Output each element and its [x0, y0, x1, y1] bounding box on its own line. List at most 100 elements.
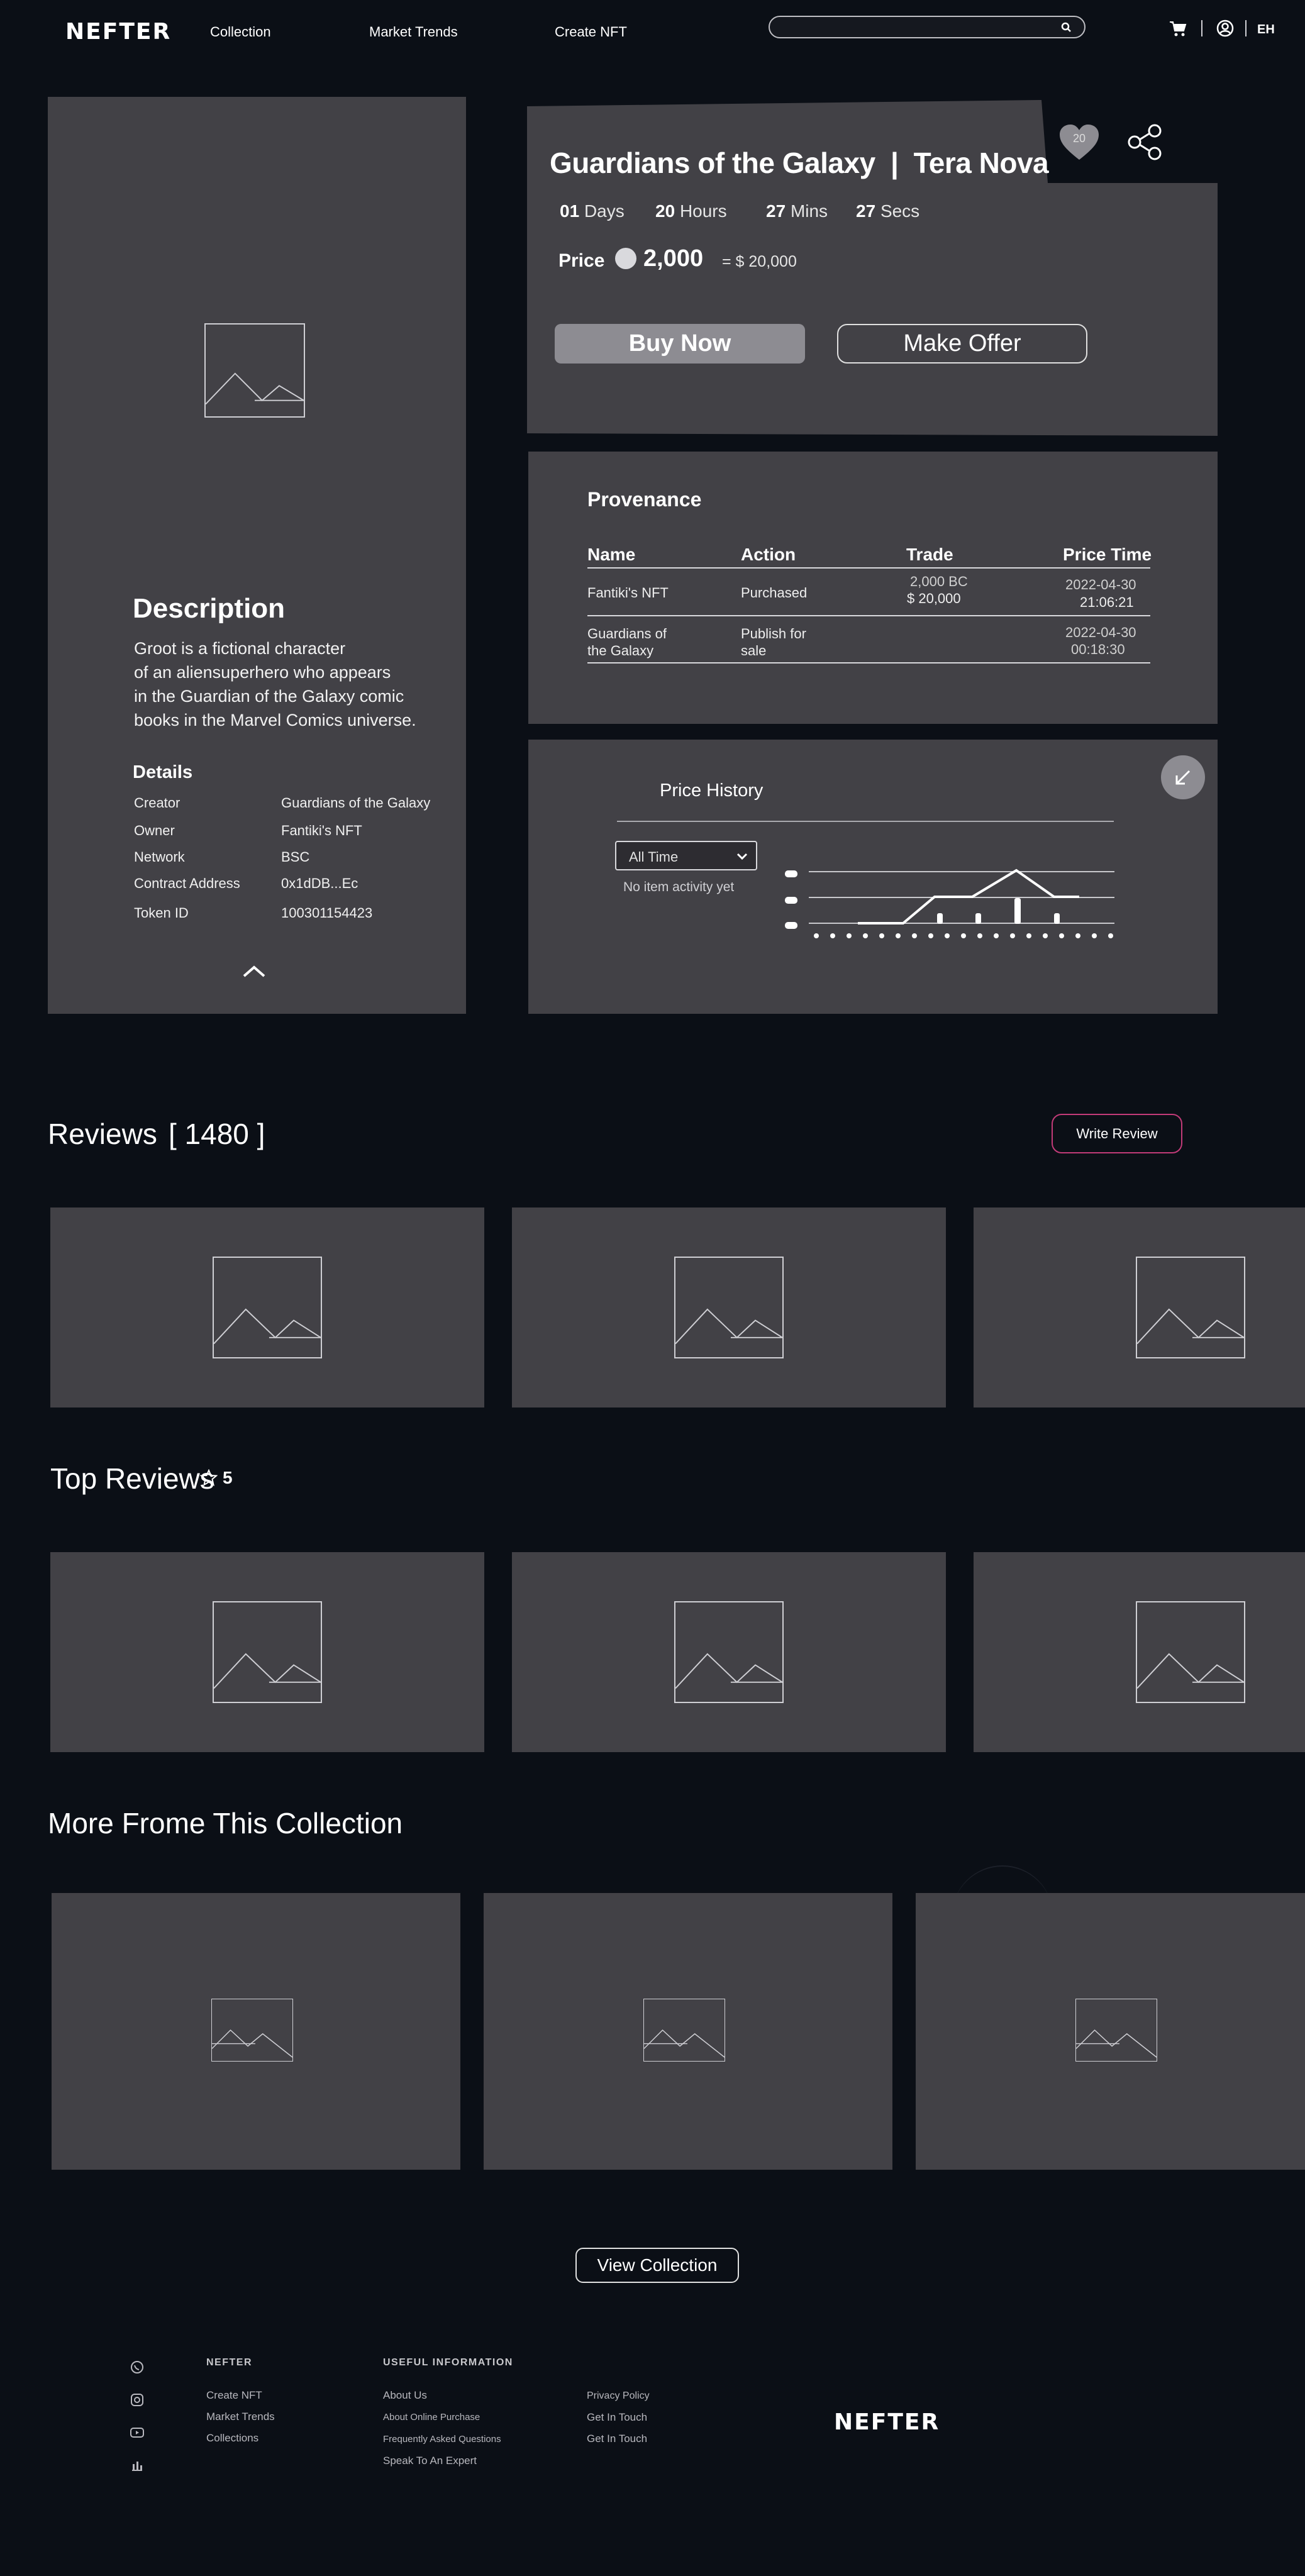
secs-label: Secs — [880, 201, 920, 221]
detail-value-contract: 0x1dDB...Ec — [281, 875, 358, 891]
countdown-mins: 27 Mins — [766, 201, 828, 221]
stats-icon[interactable] — [130, 2458, 145, 2473]
image-placeholder-icon — [643, 1999, 725, 2062]
empty-activity-text: No item activity yet — [623, 880, 735, 894]
price-history-heading: Price History — [660, 780, 764, 801]
search-icon[interactable] — [1061, 22, 1072, 33]
days-label: Days — [584, 201, 625, 221]
description-line: of an aliensuperhero who appears — [134, 663, 391, 682]
chevron-up-icon[interactable] — [242, 963, 267, 979]
price-value: 2,000 — [643, 245, 704, 272]
reviews-heading: Reviews — [48, 1118, 157, 1150]
image-placeholder-icon — [674, 1257, 784, 1358]
row2-name: Guardians of the Galaxy — [587, 625, 667, 659]
footer-col1-heading: NEFTER — [206, 2357, 252, 2368]
expand-button[interactable] — [1161, 755, 1205, 799]
cart-icon[interactable] — [1169, 20, 1187, 38]
footer-col2-heading: USEFUL INFORMATION — [383, 2357, 513, 2368]
countdown-days: 01 Days — [560, 201, 625, 221]
footer-link[interactable]: About Online Purchase — [383, 2411, 480, 2424]
user-account-icon[interactable] — [1216, 19, 1235, 38]
language-selector[interactable]: EH — [1257, 23, 1275, 37]
share-icon[interactable] — [1127, 123, 1165, 161]
detail-value-token-id: 100301154423 — [281, 905, 373, 921]
product-subtitle: Tera Nova — [913, 147, 1049, 179]
footer-link[interactable]: Speak To An Expert — [383, 2455, 477, 2467]
image-placeholder-icon — [1136, 1257, 1245, 1358]
write-review-button[interactable]: Write Review — [1052, 1114, 1182, 1153]
description-text: Groot is a fictional character of an ali… — [134, 636, 416, 732]
time-range-select[interactable]: All Time — [615, 841, 757, 870]
like-button[interactable]: 20 — [1058, 123, 1100, 161]
row1-name: Fantiki's NFT — [587, 585, 669, 601]
row2-action: Publish for sale — [741, 625, 806, 659]
detail-key-owner: Owner — [134, 823, 175, 838]
col-header-name: Name — [587, 545, 636, 564]
nav-divider — [1201, 20, 1202, 36]
price-label: Price — [558, 250, 605, 271]
detail-value-network: BSC — [281, 849, 310, 865]
footer-link[interactable]: Market Trends — [206, 2411, 275, 2423]
image-placeholder-icon — [674, 1601, 784, 1703]
price-history-divider — [617, 821, 1114, 822]
nav-logo[interactable]: NEFTER — [65, 19, 171, 45]
footer-link[interactable]: Get In Touch — [587, 2411, 647, 2424]
mins-label: Mins — [790, 201, 828, 221]
footer-link[interactable]: Frequently Asked Questions — [383, 2433, 501, 2446]
nav-market-trends-link[interactable]: Market Trends — [369, 24, 458, 40]
search-input[interactable] — [769, 16, 1086, 38]
buy-now-button[interactable]: Buy Now — [555, 324, 805, 364]
row1-trade-bc: 2,000 BC — [910, 574, 968, 589]
product-title-main: Guardians of the Galaxy — [550, 147, 875, 179]
footer-link[interactable]: About Us — [383, 2389, 427, 2402]
table-row-divider — [587, 615, 1150, 616]
col-header-action: Action — [741, 545, 796, 564]
coin-icon — [615, 248, 636, 269]
detail-value-creator: Guardians of the Galaxy — [281, 795, 431, 811]
instagram-icon[interactable] — [130, 2392, 145, 2407]
detail-key-contract: Contract Address — [134, 875, 240, 891]
secs-value: 27 — [856, 201, 876, 221]
price-usd: = $ 20,000 — [722, 253, 797, 270]
nav-create-nft-link[interactable]: Create NFT — [555, 24, 627, 40]
description-heading: Description — [133, 593, 286, 624]
hours-value: 20 — [655, 201, 675, 221]
footer-logo[interactable]: NEFTER — [834, 2409, 940, 2435]
time-range-value: All Time — [629, 849, 679, 865]
youtube-icon[interactable] — [130, 2425, 145, 2440]
top-reviews-rating: 5 — [223, 1468, 233, 1487]
image-placeholder-icon — [213, 1601, 322, 1703]
image-placeholder-icon — [211, 1999, 293, 2062]
detail-key-creator: Creator — [134, 795, 180, 811]
row2-date: 2022-04-30 — [1065, 625, 1136, 640]
row1-trade-usd: $ 20,000 — [907, 591, 961, 606]
table-row-divider — [587, 662, 1150, 663]
provenance-heading: Provenance — [587, 488, 702, 511]
more-collection-heading: More Frome This Collection — [48, 1807, 403, 1840]
whatsapp-icon[interactable] — [130, 2360, 145, 2375]
item-image-panel — [48, 97, 466, 1014]
like-count: 20 — [1072, 132, 1086, 145]
description-line: books in the Marvel Comics universe. — [134, 711, 416, 730]
row2-name-line: Guardians of — [587, 626, 667, 641]
row2-action-line: sale — [741, 643, 767, 658]
make-offer-button[interactable]: Make Offer — [837, 324, 1087, 364]
arrow-down-left-icon[interactable] — [1174, 769, 1192, 786]
footer-link[interactable]: Create NFT — [206, 2389, 262, 2402]
row1-action: Purchased — [741, 585, 808, 601]
row2-name-line: the Galaxy — [587, 643, 654, 658]
nav-collection-link[interactable]: Collection — [210, 24, 271, 40]
row1-date: 2022-04-30 — [1065, 577, 1136, 592]
image-placeholder-icon — [1075, 1999, 1157, 2062]
col-header-trade: Trade — [906, 545, 953, 564]
footer-link[interactable]: Collections — [206, 2432, 258, 2445]
nft-image-placeholder-icon — [204, 323, 305, 418]
chevron-down-icon — [736, 853, 748, 860]
hours-label: Hours — [679, 201, 727, 221]
footer-link[interactable]: Privacy Policy — [587, 2390, 650, 2402]
row1-time: 21:06:21 — [1080, 594, 1134, 610]
countdown-hours: 20 Hours — [655, 201, 727, 221]
footer-link[interactable]: Get In Touch — [587, 2433, 647, 2445]
detail-key-token-id: Token ID — [134, 905, 189, 921]
view-collection-button[interactable]: View Collection — [575, 2248, 739, 2283]
